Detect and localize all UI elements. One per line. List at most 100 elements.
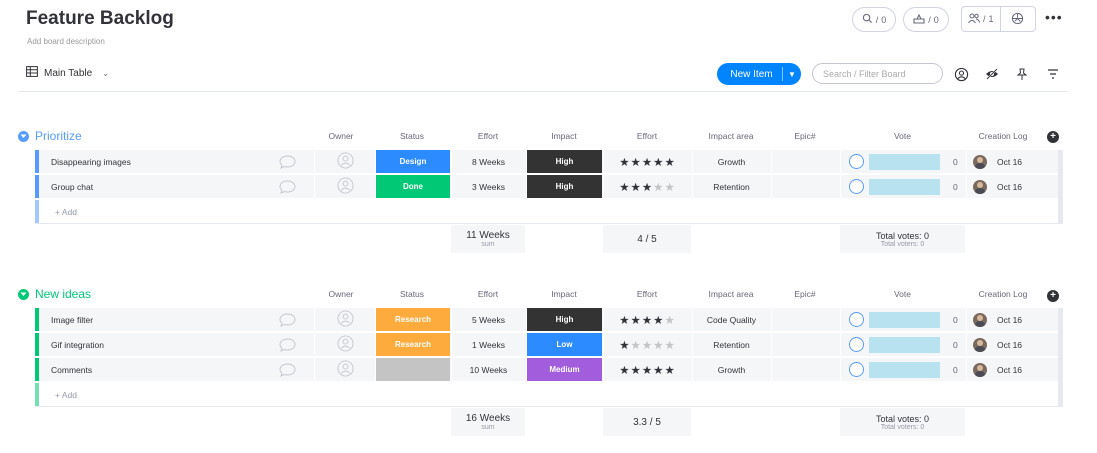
- rating-cell[interactable]: ★★★★★: [603, 333, 691, 356]
- column-header-status[interactable]: Status: [375, 289, 449, 299]
- group-title[interactable]: Prioritize: [35, 129, 82, 143]
- hide-columns-icon[interactable]: [983, 65, 1001, 83]
- rating-cell[interactable]: ★★★★★: [603, 150, 691, 173]
- owner-cell[interactable]: [314, 358, 375, 381]
- collapse-group-icon[interactable]: [18, 130, 29, 142]
- impact-cell[interactable]: High: [526, 308, 602, 331]
- column-header-effort[interactable]: Effort: [451, 289, 525, 299]
- scrollbar[interactable]: [1058, 150, 1063, 224]
- chevron-down-icon[interactable]: ▼: [783, 70, 801, 79]
- impact-area-cell[interactable]: Code Quality: [692, 308, 770, 331]
- impact-area-cell[interactable]: Growth: [692, 358, 770, 381]
- add-item-label[interactable]: + Add: [55, 207, 77, 217]
- column-header-status[interactable]: Status: [375, 131, 449, 141]
- effort-cell[interactable]: 10 Weeks: [451, 358, 525, 381]
- add-column-button[interactable]: +: [1047, 290, 1059, 302]
- item-name[interactable]: Group chat: [39, 175, 350, 198]
- effort-cell[interactable]: 5 Weeks: [451, 308, 525, 331]
- item-name[interactable]: Image filter: [39, 308, 350, 331]
- column-header-epic[interactable]: Epic#: [771, 289, 839, 299]
- effort-cell[interactable]: 3 Weeks: [451, 175, 525, 198]
- add-item-label[interactable]: + Add: [55, 390, 77, 400]
- vote-cell[interactable]: 0: [840, 333, 965, 356]
- vote-button[interactable]: [849, 154, 864, 169]
- integrations-button[interactable]: /0: [903, 7, 949, 32]
- table-row[interactable]: Group chat Done 3 Weeks High ★★★★★ Reten…: [35, 175, 1063, 199]
- column-header-effort-rating[interactable]: Effort: [603, 131, 691, 141]
- vote-button[interactable]: [849, 337, 864, 352]
- column-header-vote[interactable]: Vote: [840, 131, 965, 141]
- group-header-new-ideas[interactable]: New ideas: [18, 285, 91, 303]
- status-cell[interactable]: Research: [375, 333, 450, 356]
- column-header-impact[interactable]: Impact: [526, 289, 602, 299]
- board-title[interactable]: Feature Backlog: [26, 8, 174, 30]
- column-header-impact[interactable]: Impact: [526, 131, 602, 141]
- column-header-impact-area[interactable]: Impact area: [692, 289, 770, 299]
- column-header-creation-log[interactable]: Creation Log: [966, 289, 1040, 299]
- group-header-prioritize[interactable]: Prioritize: [18, 127, 82, 145]
- epic-cell[interactable]: [771, 150, 839, 173]
- item-name[interactable]: Disappearing images: [39, 150, 350, 173]
- impact-area-cell[interactable]: Growth: [692, 150, 770, 173]
- table-row[interactable]: Comments 10 Weeks Medium ★★★★★ Growth 0 …: [35, 358, 1063, 382]
- vote-button[interactable]: [849, 362, 864, 377]
- impact-cell[interactable]: High: [526, 175, 602, 198]
- pin-icon[interactable]: [1013, 65, 1031, 83]
- owner-cell[interactable]: [314, 333, 375, 356]
- vote-button[interactable]: [849, 312, 864, 327]
- epic-cell[interactable]: [771, 175, 839, 198]
- activity-log-button[interactable]: [1000, 7, 1035, 31]
- main-table-tab[interactable]: Main Table ⌄: [26, 66, 109, 80]
- impact-cell[interactable]: Medium: [526, 358, 602, 381]
- column-header-effort-rating[interactable]: Effort: [603, 289, 691, 299]
- column-header-creation-log[interactable]: Creation Log: [966, 131, 1040, 141]
- epic-cell[interactable]: [771, 358, 839, 381]
- filter-icon[interactable]: [1044, 65, 1062, 83]
- vote-cell[interactable]: 0: [840, 358, 965, 381]
- chevron-down-icon[interactable]: ⌄: [102, 69, 109, 78]
- chat-bubble-icon[interactable]: [279, 313, 296, 332]
- add-item-row[interactable]: + Add: [35, 383, 1063, 407]
- add-item-row[interactable]: + Add: [35, 200, 1063, 224]
- epic-cell[interactable]: [771, 308, 839, 331]
- chat-bubble-icon[interactable]: [279, 180, 296, 199]
- rating-cell[interactable]: ★★★★★: [603, 308, 691, 331]
- person-filter-icon[interactable]: [952, 65, 970, 83]
- vote-button[interactable]: [849, 179, 864, 194]
- vote-cell[interactable]: 0: [840, 150, 965, 173]
- epic-cell[interactable]: [771, 333, 839, 356]
- chat-bubble-icon[interactable]: [279, 363, 296, 382]
- impact-area-cell[interactable]: Retention: [692, 175, 770, 198]
- collapse-group-icon[interactable]: [18, 288, 29, 300]
- new-item-button[interactable]: New Item ▼: [717, 63, 801, 85]
- group-title[interactable]: New ideas: [35, 287, 91, 301]
- effort-cell[interactable]: 1 Weeks: [451, 333, 525, 356]
- status-cell[interactable]: Done: [375, 175, 450, 198]
- table-row[interactable]: Disappearing images Design 8 Weeks High …: [35, 150, 1063, 174]
- effort-cell[interactable]: 8 Weeks: [451, 150, 525, 173]
- column-header-epic[interactable]: Epic#: [771, 131, 839, 141]
- impact-cell[interactable]: High: [526, 150, 602, 173]
- impact-area-cell[interactable]: Retention: [692, 333, 770, 356]
- column-header-owner[interactable]: Owner: [314, 131, 368, 141]
- rating-cell[interactable]: ★★★★★: [603, 175, 691, 198]
- board-description[interactable]: Add board description: [27, 37, 105, 46]
- table-row[interactable]: Gif integration Research 1 Weeks Low ★★★…: [35, 333, 1063, 357]
- members-button[interactable]: /1: [962, 7, 1000, 31]
- owner-cell[interactable]: [314, 150, 375, 173]
- owner-cell[interactable]: [314, 308, 375, 331]
- column-header-owner[interactable]: Owner: [314, 289, 368, 299]
- more-options-button[interactable]: •••: [1045, 9, 1063, 25]
- vote-cell[interactable]: 0: [840, 175, 965, 198]
- column-header-effort[interactable]: Effort: [451, 131, 525, 141]
- chat-bubble-icon[interactable]: [279, 338, 296, 357]
- column-header-impact-area[interactable]: Impact area: [692, 131, 770, 141]
- item-name[interactable]: Comments: [39, 358, 350, 381]
- rating-cell[interactable]: ★★★★★: [603, 358, 691, 381]
- owner-cell[interactable]: [314, 175, 375, 198]
- vote-cell[interactable]: 0: [840, 308, 965, 331]
- search-filter-input[interactable]: Search / Filter Board: [812, 63, 943, 84]
- scrollbar[interactable]: [1058, 308, 1063, 407]
- chat-bubble-icon[interactable]: [279, 155, 296, 174]
- status-cell[interactable]: [375, 358, 450, 381]
